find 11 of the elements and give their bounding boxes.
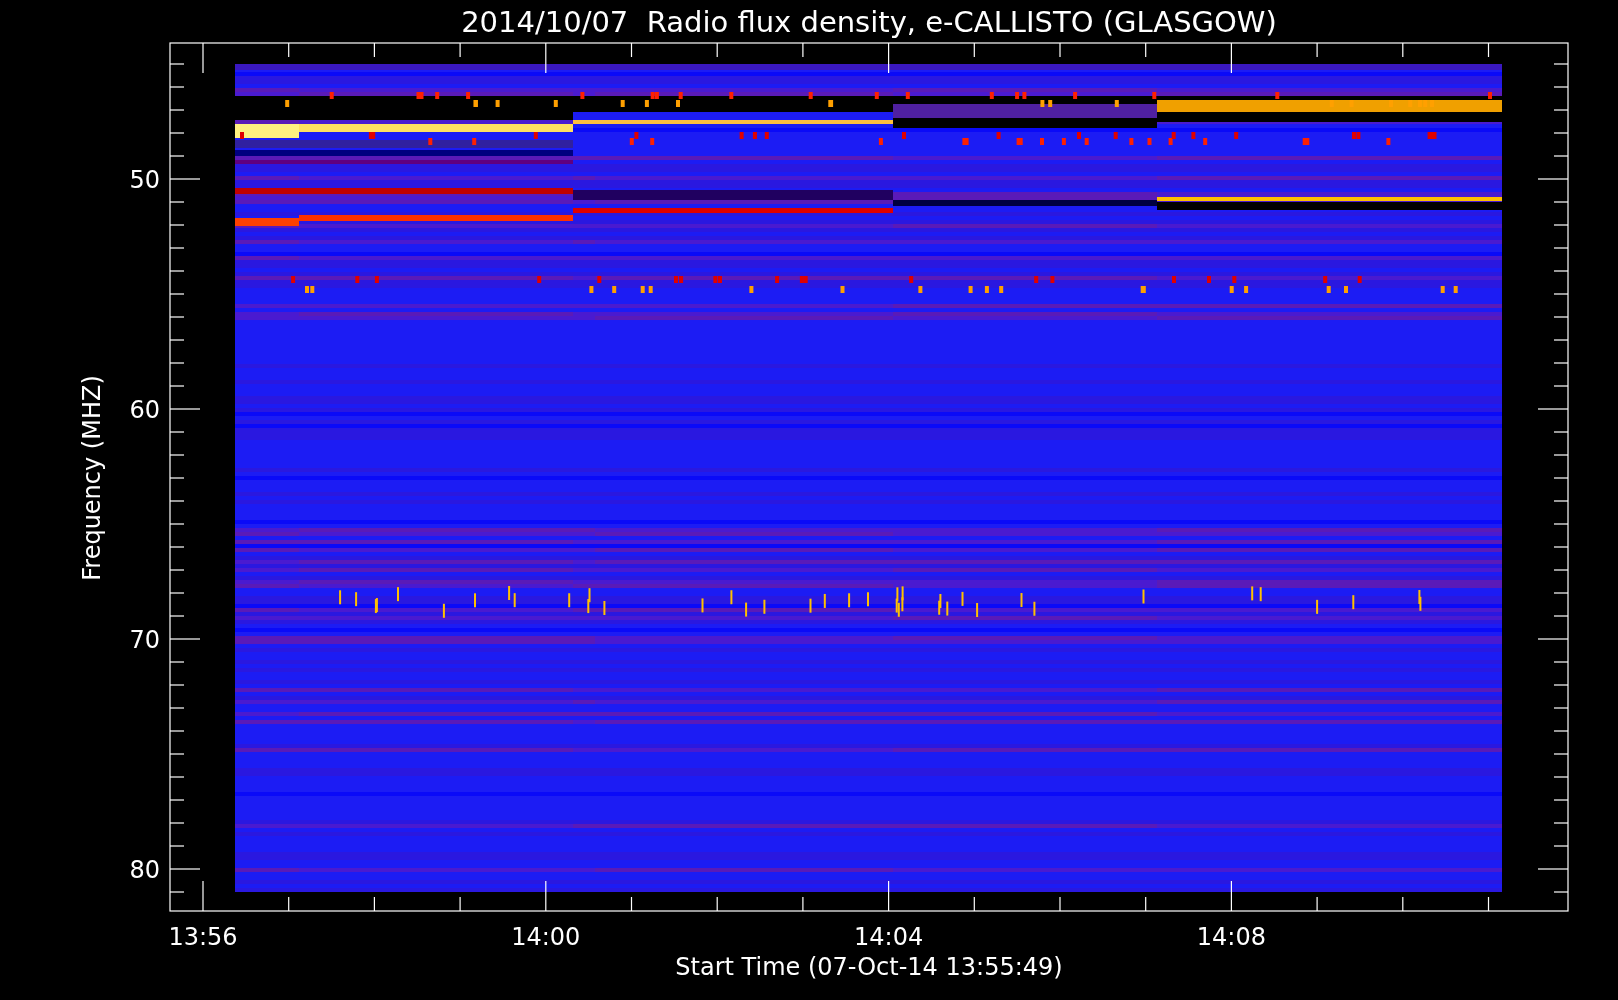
axis-label: Start Time (07-Oct-14 13:55:49)	[675, 953, 1063, 981]
chart-title: 2014/10/07 Radio flux density, e-CALLISTO (GLASGOW)	[461, 5, 1277, 39]
tick-label: 50	[129, 166, 160, 194]
tick-label: 13:56	[168, 923, 238, 951]
tick-label: 14:04	[854, 923, 924, 951]
tick-label: 14:00	[511, 923, 581, 951]
tick-label: 70	[129, 626, 160, 654]
tick-label: 80	[129, 856, 160, 884]
axis-label: Frequency (MHZ)	[78, 375, 106, 581]
tick-label: 60	[129, 396, 160, 424]
tick-label: 14:08	[1196, 923, 1266, 951]
